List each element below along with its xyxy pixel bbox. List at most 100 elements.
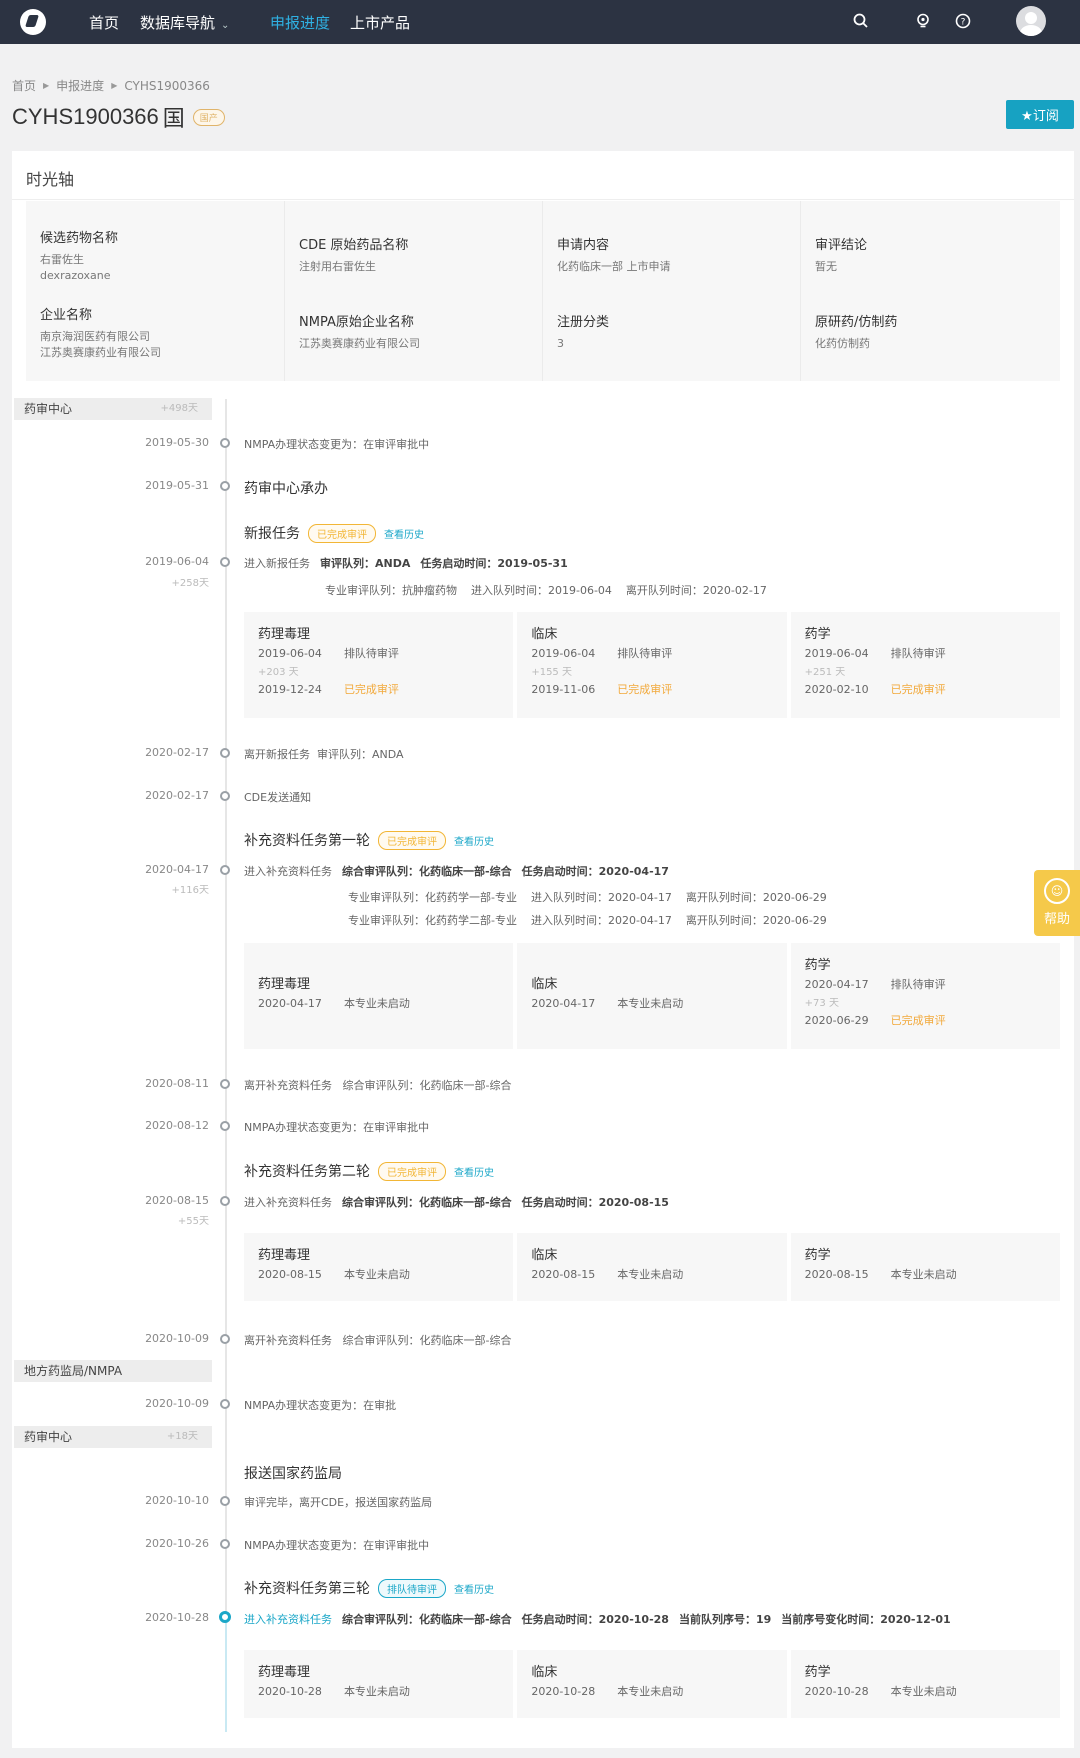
panel-status: 已完成审评 <box>890 1014 946 1027</box>
event-segment: 进入补充资料任务 <box>244 1196 332 1209</box>
panel-days: +155 天 <box>531 667 572 678</box>
event-link[interactable]: 进入补充资料任务 <box>244 1613 332 1626</box>
task-title-new: 新报任务 已完成审评 查看历史 <box>244 523 424 543</box>
panel-date: 2020-10-28 <box>804 1685 869 1698</box>
info-value: 右雷佐生 <box>40 253 84 266</box>
panel-row: 2020-04-17 本专业未启动 <box>258 995 410 1011</box>
panel-row: 2019-11-06 已完成审评 <box>531 681 672 697</box>
subscribe-button[interactable]: ★订阅 <box>1006 100 1074 129</box>
lightbulb-icon[interactable] <box>914 12 934 32</box>
group-label-cde-2: 药审中心 +18天 <box>14 1426 212 1448</box>
timeline-dot-current <box>219 1611 231 1623</box>
event-text: 离开新报任务 审评队列：ANDA <box>244 748 404 761</box>
timeline-dot <box>220 1334 230 1344</box>
chat-icon: ☺ <box>1044 878 1070 904</box>
panel-row: 2020-06-29 已完成审评 <box>805 1012 946 1028</box>
panel-title: 临床 <box>531 627 558 642</box>
event-date: 2020-08-15 <box>145 1194 209 1207</box>
nav-progress[interactable]: 申报进度 <box>270 12 330 33</box>
panel-status: 已完成审评 <box>617 683 673 696</box>
panel-title: 临床 <box>531 1248 558 1263</box>
app-logo[interactable] <box>20 9 46 35</box>
event-segment: 审评队列：ANDA <box>320 557 411 570</box>
group-label-cde: 药审中心 +498天 <box>14 398 212 420</box>
info-value: 化药仿制药 <box>815 337 870 350</box>
panel-status: 本专业未启动 <box>617 997 684 1010</box>
info-cell: 原研药/仿制药 化药仿制药 <box>815 311 897 352</box>
panel-date: 2020-04-17 <box>258 997 322 1010</box>
review-panels: 药理毒理 2020-08-15 本专业未启动 临床 2020-08-15 本专业未启… <box>244 1233 1060 1301</box>
nav-database-label: 数据库导航 <box>140 14 216 32</box>
status-badge: 已完成审评 <box>378 1161 446 1181</box>
help-float-button[interactable]: ☺ 帮助 <box>1034 870 1080 936</box>
panel-status: 本专业未启动 <box>343 997 410 1010</box>
event-segment: 综合审评队列：化药临床一部-综合 <box>342 1196 512 1209</box>
panel-title: 药理毒理 <box>258 1665 311 1680</box>
panel-date: 2020-08-15 <box>804 1268 869 1281</box>
panel-date: 2020-02-10 <box>804 683 869 696</box>
panel-row: 2019-06-04 排队待审评 <box>531 645 672 661</box>
panel-days: +203 天 <box>258 667 299 678</box>
view-history-link[interactable]: 查看历史 <box>454 833 494 848</box>
review-panel: 药理毒理 2020-08-15 本专业未启动 <box>244 1233 514 1301</box>
nav-products[interactable]: 上市产品 <box>350 12 410 33</box>
search-icon[interactable] <box>852 12 872 32</box>
status-badge: 已完成审评 <box>378 830 446 850</box>
timeline-line <box>225 399 227 1632</box>
help-icon[interactable]: ? <box>954 12 974 32</box>
view-history-link[interactable]: 查看历史 <box>454 1164 494 1179</box>
drug-info-grid: 候选药物名称 右雷佐生 dexrazoxane 企业名称 南京海润医药有限公司 … <box>26 201 1060 381</box>
review-panel: 药理毒理 2020-04-17 本专业未启动 <box>244 943 514 1049</box>
info-cell: 注册分类 3 <box>557 311 609 352</box>
info-cell: CDE 原始药品名称 注射用右雷佐生 <box>299 234 408 275</box>
task-title-supplement-2: 补充资料任务第二轮 已完成审评 查看历史 <box>244 1161 494 1181</box>
nav-home[interactable]: 首页 <box>89 12 119 33</box>
event-date: 2020-08-12 <box>145 1119 209 1132</box>
divider <box>12 199 1074 200</box>
event-segment: 任务启动时间：2020-04-17 <box>521 865 669 878</box>
event-date: 2019-05-30 <box>145 436 209 449</box>
panel-status: 排队待审评 <box>343 647 399 660</box>
user-avatar[interactable] <box>1016 6 1046 36</box>
panel-title: 临床 <box>531 1665 558 1680</box>
info-label: 企业名称 <box>40 308 93 323</box>
panel-title: 药学 <box>804 958 831 973</box>
event-subline: 专业审评队列：抗肿瘤药物 进入队列时间：2019-06-04 离开队列时间：20… <box>325 584 767 597</box>
panel-days: +251 天 <box>804 667 846 678</box>
panel-title: 药理毒理 <box>258 1248 311 1263</box>
timeline-dot <box>220 1496 230 1506</box>
breadcrumb-home[interactable]: 首页 <box>12 77 36 94</box>
review-panel: 药理毒理 2019-06-04 排队待审评 +203 天 2019-12-24 已完… <box>244 612 514 718</box>
nav-database[interactable]: 数据库导航 ⌄ <box>140 12 229 33</box>
review-panel: 药学 2020-04-17 排队待审评 +73 天 2020-06-29 已完成审评 <box>790 943 1060 1049</box>
panel-title: 临床 <box>531 977 558 992</box>
breadcrumb-current: CYHS1900366 <box>124 78 210 93</box>
timeline-dot <box>220 438 230 448</box>
view-history-link[interactable]: 查看历史 <box>384 526 424 541</box>
panel-date: 2020-06-29 <box>804 1014 869 1027</box>
event-segment: 任务启动时间：2019-05-31 <box>420 557 568 570</box>
panel-date: 2019-06-04 <box>531 647 596 660</box>
panel-date: 2019-06-04 <box>258 647 322 660</box>
group-days: +498天 <box>160 403 198 414</box>
page-title-flag: 国 <box>162 106 185 131</box>
info-value: dexrazoxane <box>40 269 111 282</box>
breadcrumb-progress[interactable]: 申报进度 <box>56 77 104 94</box>
info-col-2: CDE 原始药品名称 注射用右雷佐生 NMPA原始企业名称 江苏奥赛康药业有限公… <box>284 201 542 381</box>
view-history-link[interactable]: 查看历史 <box>454 1581 494 1596</box>
event-segment: 综合审评队列：化药临床一部-综合 <box>342 865 512 878</box>
info-col-1: 候选药物名称 右雷佐生 dexrazoxane 企业名称 南京海润医药有限公司 … <box>26 201 284 381</box>
timeline-dot <box>220 1539 230 1549</box>
panel-row: 2020-10-28 本专业未启动 <box>805 1683 957 1699</box>
event-text: 离开补充资料任务 综合审评队列：化药临床一部-综合 <box>244 1079 512 1092</box>
event-days: +258天 <box>171 578 209 589</box>
panel-date: 2020-04-17 <box>804 978 869 991</box>
info-cell: 候选药物名称 右雷佐生 dexrazoxane <box>40 227 118 284</box>
event-days: +55天 <box>177 1216 209 1227</box>
timeline-dot <box>220 481 230 491</box>
info-cell: 审评结论 暂无 <box>815 234 867 275</box>
chevron-right-icon: ▶ <box>43 81 50 90</box>
task-title-text: 补充资料任务第二轮 <box>244 1164 370 1180</box>
timeline-dot <box>220 791 230 801</box>
event-title: 报送国家药监局 <box>244 1466 342 1482</box>
